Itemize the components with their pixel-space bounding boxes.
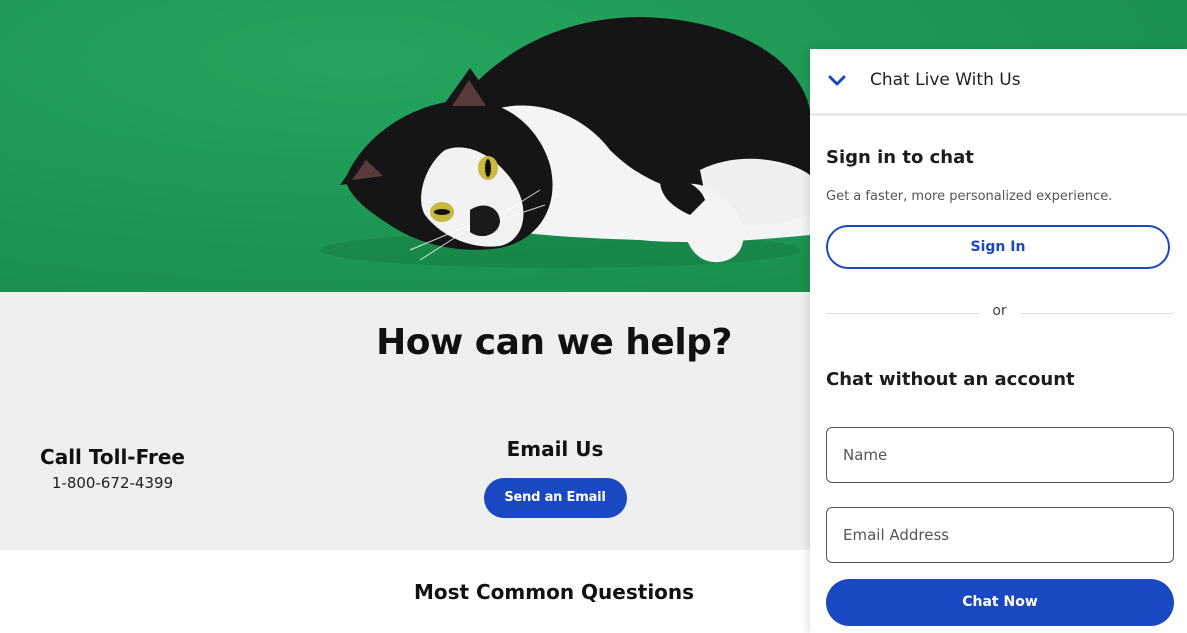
no-account-heading: Chat without an account — [826, 369, 1075, 390]
chat-panel: Chat Live With Us Sign in to chat Get a … — [810, 49, 1187, 633]
email-address-input[interactable] — [826, 507, 1174, 563]
divider-line-right — [1020, 313, 1173, 314]
or-divider: or — [826, 303, 1173, 323]
chat-now-button[interactable]: Chat Now — [826, 579, 1174, 626]
divider-text: or — [992, 303, 1007, 319]
call-heading: Call Toll-Free — [40, 445, 185, 469]
email-heading: Email Us — [506, 437, 604, 461]
signin-heading: Sign in to chat — [826, 147, 974, 168]
chat-header-title: Chat Live With Us — [870, 70, 1021, 90]
email-us: Email Us Send an Email — [455, 436, 655, 518]
call-toll-free: Call Toll-Free 1-800-672-4399 — [40, 444, 185, 492]
phone-number[interactable]: 1-800-672-4399 — [40, 474, 185, 492]
chevron-down-icon[interactable] — [827, 71, 847, 91]
send-email-button[interactable]: Send an Email — [483, 478, 627, 518]
sign-in-button[interactable]: Sign In — [826, 225, 1170, 269]
page: How can we help? Call Toll-Free 1-800-67… — [0, 0, 1187, 633]
chat-header[interactable]: Chat Live With Us — [810, 49, 1187, 116]
name-input[interactable] — [826, 427, 1174, 483]
signin-subtext: Get a faster, more personalized experien… — [826, 189, 1113, 204]
